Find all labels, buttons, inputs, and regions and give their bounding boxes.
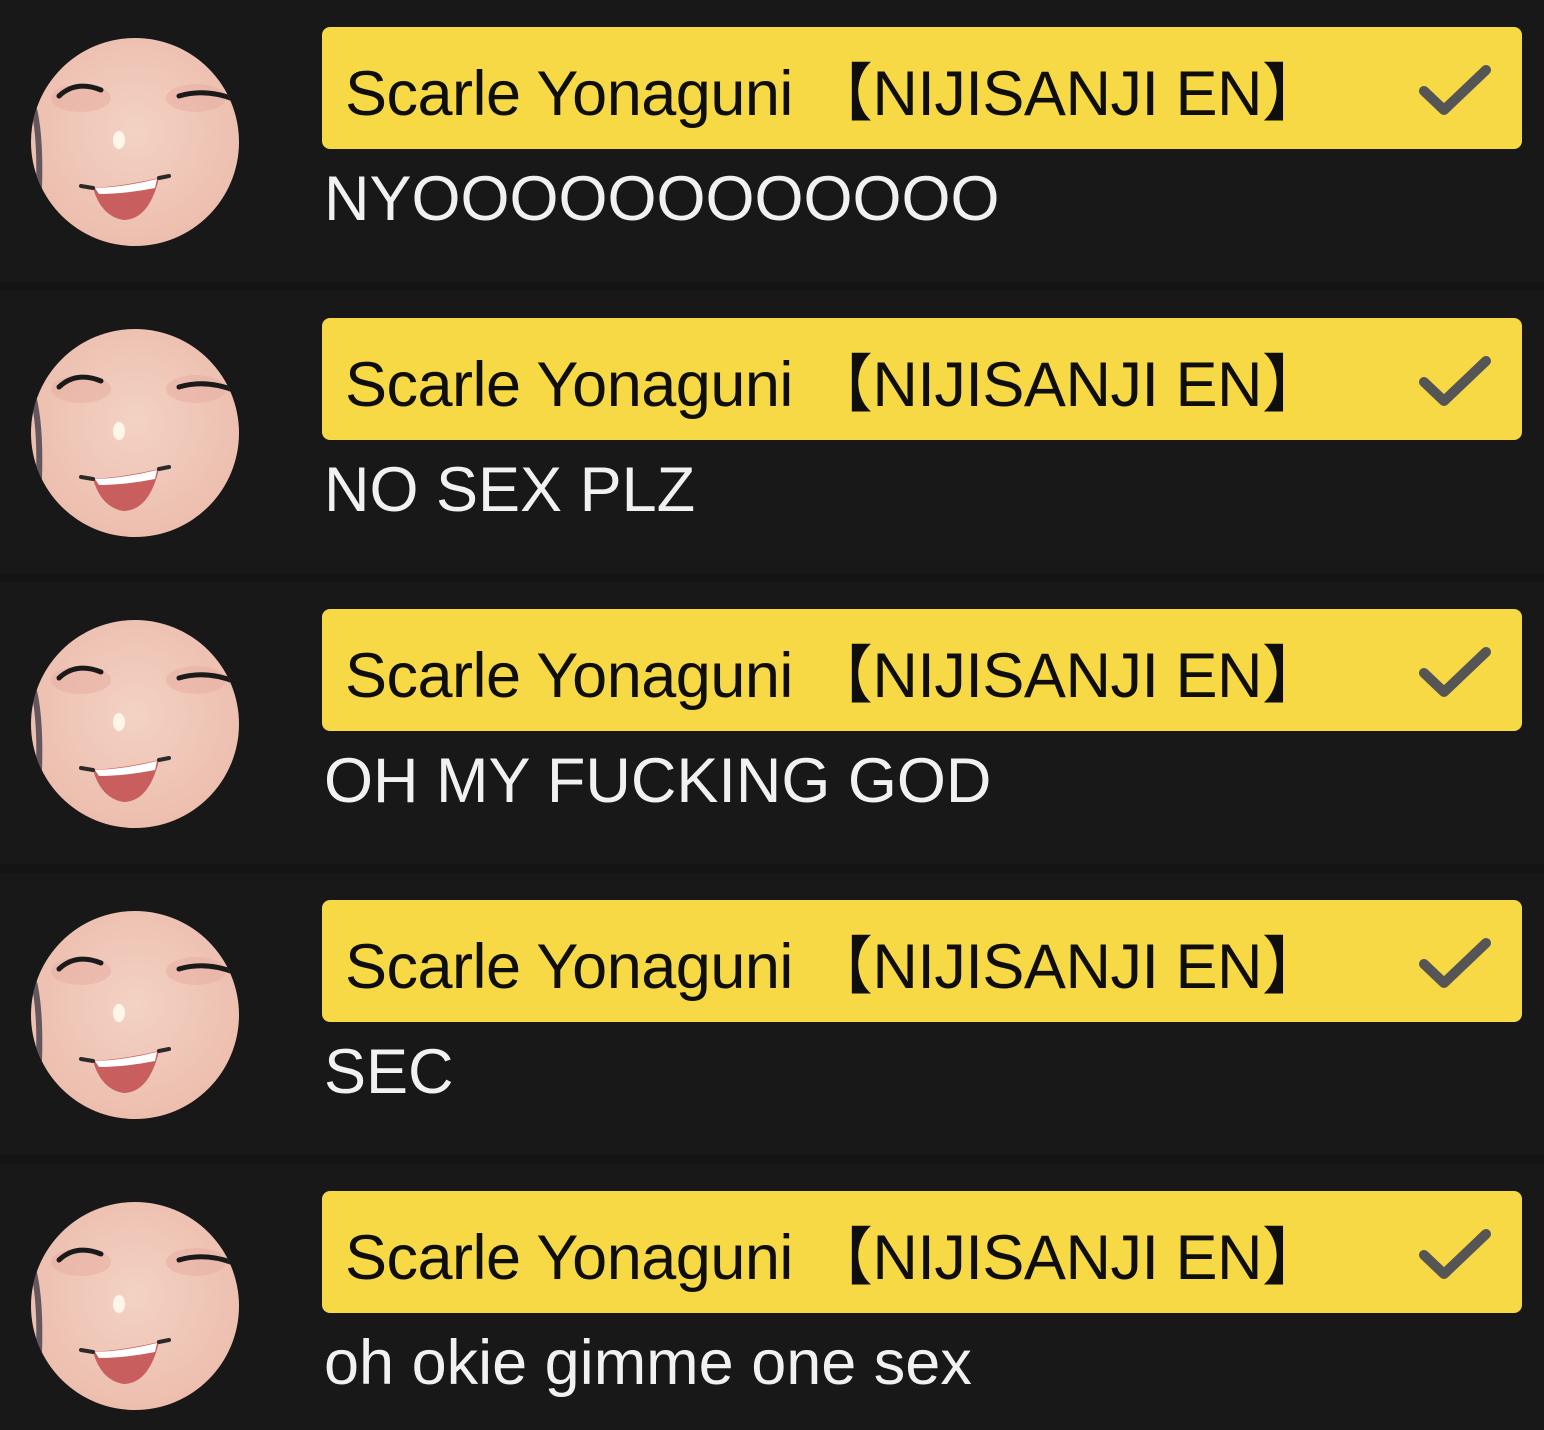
author-badge[interactable]: Scarle Yonaguni 【NIJISANJI EN】 [322, 318, 1522, 440]
author-name: Scarle Yonaguni 【NIJISANJI EN】 [345, 931, 1325, 1002]
chat-message: Scarle Yonaguni 【NIJISANJI EN】 SEC [0, 873, 1544, 1164]
checkmark-icon [1419, 1229, 1491, 1279]
checkmark-icon [1419, 356, 1491, 406]
avatar[interactable] [31, 911, 239, 1119]
author-badge[interactable]: Scarle Yonaguni 【NIJISANJI EN】 [322, 27, 1522, 149]
message-text: OH MY FUCKING GOD [324, 746, 992, 816]
chat-message: Scarle Yonaguni 【NIJISANJI EN】 NO SEX PL… [0, 291, 1544, 582]
author-name: Scarle Yonaguni 【NIJISANJI EN】 [345, 349, 1325, 420]
author-badge[interactable]: Scarle Yonaguni 【NIJISANJI EN】 [322, 900, 1522, 1022]
author-badge[interactable]: Scarle Yonaguni 【NIJISANJI EN】 [322, 1191, 1522, 1313]
checkmark-icon [1419, 938, 1491, 988]
avatar[interactable] [31, 620, 239, 828]
chat-message: Scarle Yonaguni 【NIJISANJI EN】 OH MY FUC… [0, 582, 1544, 873]
message-text: NYOOOOOOOOOOOO [324, 164, 1000, 234]
author-name: Scarle Yonaguni 【NIJISANJI EN】 [345, 640, 1325, 711]
author-badge[interactable]: Scarle Yonaguni 【NIJISANJI EN】 [322, 609, 1522, 731]
chat-log: Scarle Yonaguni 【NIJISANJI EN】 NYOOOOOOO… [0, 0, 1544, 1430]
message-text: SEC [324, 1037, 454, 1107]
checkmark-icon [1419, 65, 1491, 115]
author-name: Scarle Yonaguni 【NIJISANJI EN】 [345, 58, 1325, 129]
avatar[interactable] [31, 1202, 239, 1410]
chat-message: Scarle Yonaguni 【NIJISANJI EN】 NYOOOOOOO… [0, 0, 1544, 291]
message-text: NO SEX PLZ [324, 455, 696, 525]
avatar[interactable] [31, 329, 239, 537]
message-text: oh okie gimme one sex [324, 1328, 972, 1398]
author-name: Scarle Yonaguni 【NIJISANJI EN】 [345, 1222, 1325, 1293]
chat-message: Scarle Yonaguni 【NIJISANJI EN】 oh okie g… [0, 1164, 1544, 1430]
avatar[interactable] [31, 38, 239, 246]
checkmark-icon [1419, 647, 1491, 697]
